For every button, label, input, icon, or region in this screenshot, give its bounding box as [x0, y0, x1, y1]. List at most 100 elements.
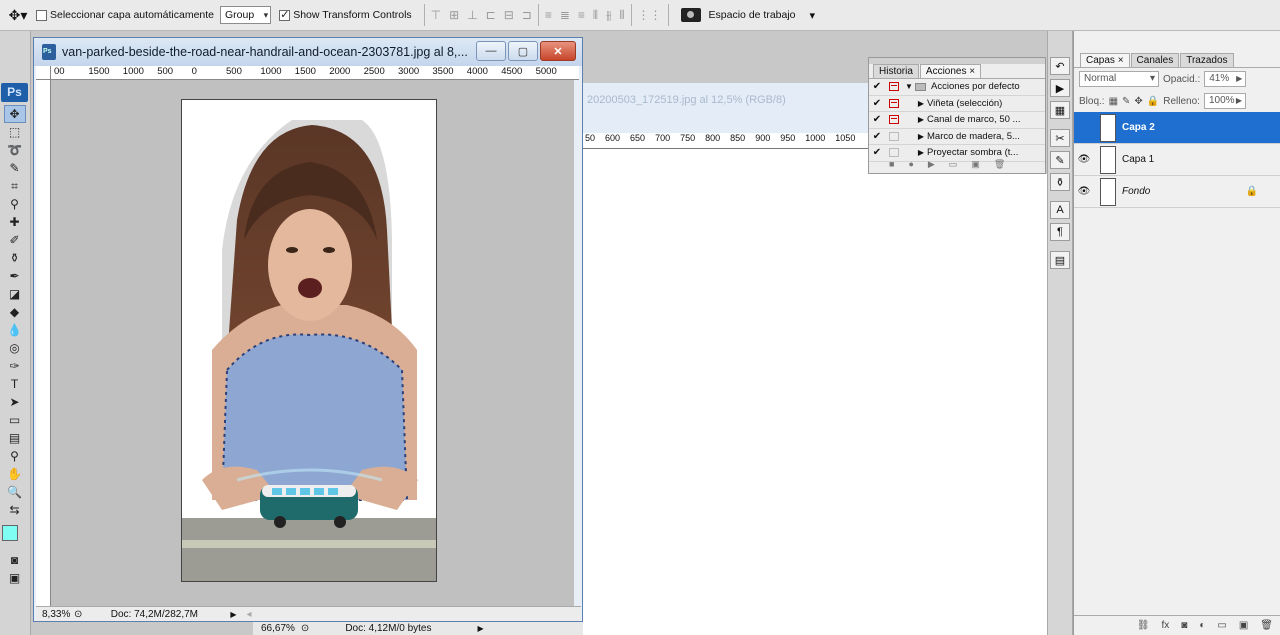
layer-mask-icon[interactable]: ◙: [1181, 620, 1187, 631]
opacity-field[interactable]: 41% ▶: [1204, 71, 1247, 87]
tab-history[interactable]: Historia: [873, 64, 919, 78]
blend-mode-dropdown[interactable]: Normal ▾: [1079, 71, 1159, 87]
lock-pixels-icon[interactable]: ✎: [1122, 96, 1130, 107]
tool-presets-icon[interactable]: ✂: [1050, 129, 1070, 147]
layer-row[interactable]: 👁 Fondo 🔒: [1074, 176, 1280, 208]
collapse-triangle-icon[interactable]: ▶: [915, 115, 927, 124]
new-action-icon[interactable]: ▣: [971, 159, 980, 170]
visibility-eye-icon[interactable]: 👁: [1074, 186, 1094, 197]
paint-bucket-tool-icon[interactable]: ◆: [4, 303, 26, 321]
stop-icon[interactable]: ■: [889, 159, 894, 170]
tab-layers[interactable]: Capas ×: [1080, 53, 1130, 67]
toggle-check-icon[interactable]: ✔: [869, 147, 885, 158]
document-title-bar[interactable]: van-parked-beside-the-road-near-handrail…: [34, 38, 582, 66]
ruler-origin[interactable]: [36, 66, 51, 80]
close-button[interactable]: ✕: [540, 41, 576, 61]
clone-source-icon[interactable]: ⚱: [1050, 173, 1070, 191]
marquee-tool-icon[interactable]: ⬚: [4, 123, 26, 141]
actions-panel-icon[interactable]: ▶: [1050, 79, 1070, 97]
eraser-tool-icon[interactable]: ◪: [4, 285, 26, 303]
notes-tool-icon[interactable]: ▤: [4, 429, 26, 447]
trash-icon[interactable]: 🗑: [994, 159, 1005, 170]
vertical-scrollbar[interactable]: [574, 80, 582, 606]
status-info-icon[interactable]: ⊙: [301, 623, 309, 634]
distribute-right-icon[interactable]: ⫴: [620, 8, 625, 23]
minimize-button[interactable]: —: [476, 41, 506, 61]
pen-tool-icon[interactable]: ✑: [4, 357, 26, 375]
distribute-bottom-icon[interactable]: ≡: [578, 8, 585, 23]
history-brush-tool-icon[interactable]: ✒: [4, 267, 26, 285]
swap-colors-icon[interactable]: ⇆: [4, 501, 26, 519]
action-row[interactable]: ✔ ▶ Viñeta (selección): [869, 96, 1045, 112]
distribute-vcenter-icon[interactable]: ≣: [560, 8, 570, 23]
vertical-ruler[interactable]: [36, 80, 51, 606]
photoshop-logo[interactable]: Ps: [1, 83, 28, 102]
toggle-check-icon[interactable]: ✔: [869, 98, 885, 109]
maximize-button[interactable]: ▢: [508, 41, 538, 61]
auto-align-icon[interactable]: ⋮⋮: [638, 8, 662, 22]
expand-triangle-icon[interactable]: ▼: [903, 82, 915, 91]
align-bottom-icon[interactable]: ⊥: [467, 8, 477, 22]
align-top-icon[interactable]: ⊤: [431, 8, 441, 22]
distribute-left-icon[interactable]: ⫴: [593, 8, 598, 23]
new-set-icon[interactable]: ▭: [949, 159, 958, 170]
layer-row[interactable]: Capa 2: [1074, 112, 1280, 144]
document-image[interactable]: [181, 99, 437, 582]
foreground-color-swatch[interactable]: [1, 525, 18, 541]
collapse-triangle-icon[interactable]: ▶: [915, 99, 927, 108]
background-document-window[interactable]: 20200503_172519.jpg al 12,5% (RGB/8) 50 6…: [583, 83, 868, 635]
dialog-toggle-icon[interactable]: [889, 115, 899, 125]
collapse-triangle-icon[interactable]: ▶: [915, 132, 927, 141]
quick-mask-icon[interactable]: ◙: [4, 551, 26, 569]
record-icon[interactable]: ●: [908, 159, 913, 170]
link-layers-icon[interactable]: ⛓: [1137, 620, 1150, 631]
lock-transparency-icon[interactable]: ▦: [1109, 96, 1118, 107]
align-right-icon[interactable]: ⊐: [522, 8, 532, 22]
layer-style-icon[interactable]: fx: [1162, 620, 1170, 631]
zoom-level[interactable]: 66,67%: [261, 623, 295, 634]
distribute-hcenter-icon[interactable]: ⫵: [606, 8, 612, 23]
path-select-tool-icon[interactable]: ➤: [4, 393, 26, 411]
close-icon[interactable]: ×: [1118, 55, 1124, 66]
toggle-check-icon[interactable]: ✔: [869, 114, 885, 125]
auto-select-checkbox[interactable]: [36, 9, 47, 21]
lasso-tool-icon[interactable]: ➰: [4, 141, 26, 159]
shape-tool-icon[interactable]: ▭: [4, 411, 26, 429]
auto-select-target-dropdown[interactable]: Group ▾: [220, 6, 272, 24]
lock-position-icon[interactable]: ✥: [1134, 96, 1142, 107]
brushes-panel-icon[interactable]: ✎: [1050, 151, 1070, 169]
screen-mode-icon[interactable]: ▣: [4, 569, 26, 587]
dialog-toggle-icon[interactable]: [889, 148, 899, 158]
visibility-eye-icon[interactable]: 👁: [1074, 154, 1094, 165]
paragraph-panel-icon[interactable]: ¶: [1050, 223, 1070, 241]
hand-tool-icon[interactable]: ✋: [4, 465, 26, 483]
move-tool-preset-picker[interactable]: ✥▾: [0, 3, 36, 27]
action-set-row[interactable]: ✔ ▼ Acciones por defecto: [869, 79, 1045, 96]
action-row[interactable]: ✔ ▶ Canal de marco, 50 ...: [869, 112, 1045, 129]
layer-comps-icon[interactable]: ▤: [1050, 251, 1070, 269]
workspace-switcher[interactable]: Espacio de trabajo ▾: [680, 8, 815, 22]
play-icon[interactable]: ▶: [928, 159, 935, 170]
history-panel-icon[interactable]: ↶: [1050, 57, 1070, 75]
eyedropper-sample-tool-icon[interactable]: ⚲: [4, 447, 26, 465]
status-info-icon[interactable]: ⊙: [74, 609, 82, 620]
action-row[interactable]: ✔ ▶ Marco de madera, 5...: [869, 129, 1045, 145]
type-tool-icon[interactable]: T: [4, 375, 26, 393]
adjustment-layer-icon[interactable]: ◐: [1199, 620, 1205, 631]
align-vcenter-icon[interactable]: ⊞: [449, 8, 459, 22]
toggle-check-icon[interactable]: ✔: [869, 131, 885, 142]
canvas-area[interactable]: [51, 80, 574, 606]
horizontal-ruler[interactable]: 00 1500 1000 500 0 500 1000 1500 2000 2500 3000 350…: [51, 66, 579, 80]
brush-tool-icon[interactable]: ✐: [4, 231, 26, 249]
new-layer-icon[interactable]: ▣: [1239, 620, 1248, 631]
align-hcenter-icon[interactable]: ⊟: [504, 8, 514, 22]
zoom-tool-icon[interactable]: 🔍: [4, 483, 26, 501]
status-menu-arrow-icon[interactable]: ▶: [477, 624, 483, 633]
show-transform-checkbox[interactable]: [279, 8, 291, 21]
move-tool-icon[interactable]: ✥: [3, 105, 26, 123]
crop-tool-icon[interactable]: ⌗: [4, 177, 26, 195]
align-left-icon[interactable]: ⊏: [486, 8, 496, 22]
new-group-icon[interactable]: ▭: [1217, 620, 1226, 631]
zoom-level[interactable]: 8,33%: [36, 609, 74, 620]
tab-actions[interactable]: Acciones ×: [919, 64, 982, 78]
